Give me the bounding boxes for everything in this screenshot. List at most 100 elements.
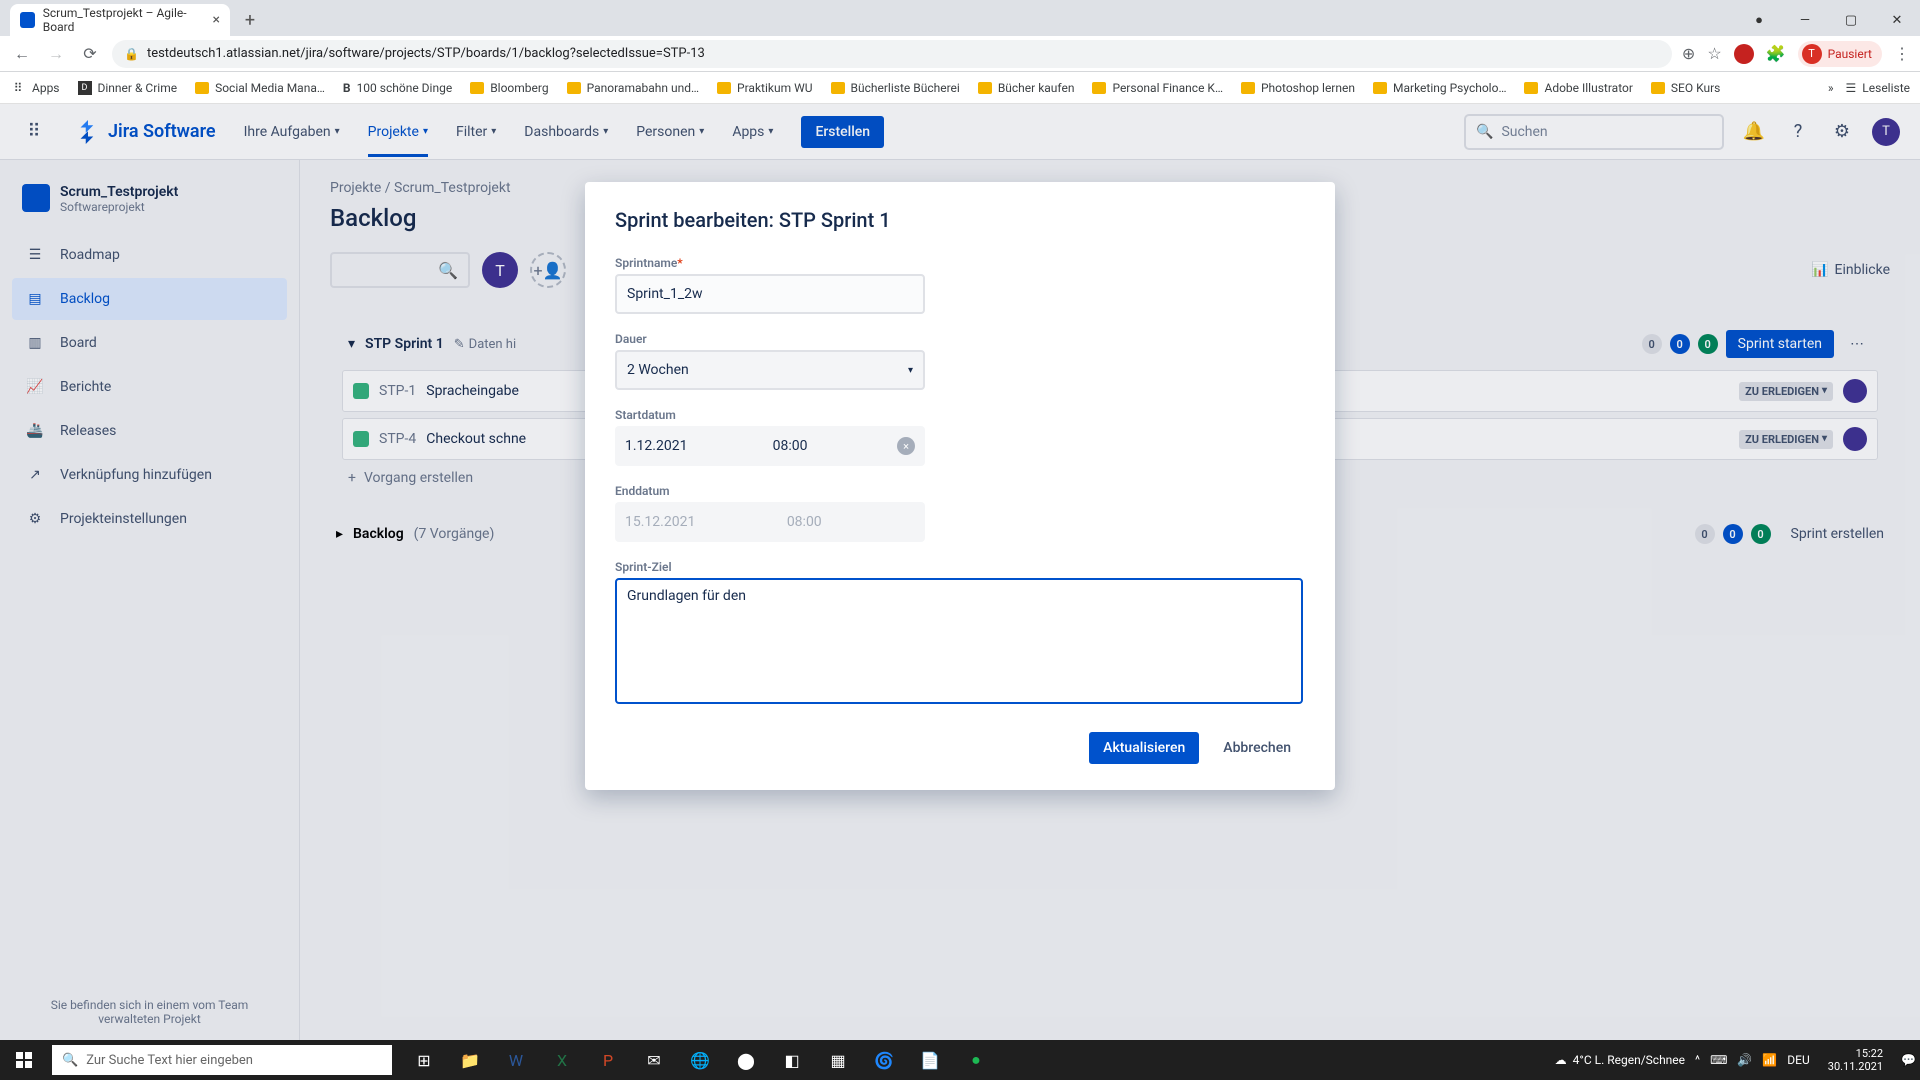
global-search[interactable]: 🔍 Suchen <box>1464 114 1724 150</box>
task-view-icon[interactable]: ⊞ <box>402 1040 446 1080</box>
sprint-more-icon[interactable]: ⋯ <box>1842 330 1872 358</box>
sidebar-item-board[interactable]: ▥Board <box>12 322 287 364</box>
excel-icon[interactable]: X <box>540 1040 584 1080</box>
duration-select[interactable]: 2 Wochen ▾ <box>615 350 925 390</box>
bookmark-item[interactable]: SEO Kurs <box>1651 81 1720 95</box>
insights-button[interactable]: 📊Einblicke <box>1811 262 1890 278</box>
maximize-window-icon[interactable]: ▢ <box>1828 4 1874 36</box>
assignee-filter-avatar[interactable]: T <box>482 252 518 288</box>
clock[interactable]: 15:22 30.11.2021 <box>1820 1047 1891 1073</box>
bookmark-item[interactable]: Social Media Mana… <box>195 81 325 95</box>
app-icon[interactable]: ◧ <box>770 1040 814 1080</box>
collapse-icon[interactable]: ▾ <box>348 336 355 352</box>
minimize-window-icon[interactable]: — <box>1782 4 1828 36</box>
tray-chevron-icon[interactable]: ^ <box>1695 1053 1700 1067</box>
update-button[interactable]: Aktualisieren <box>1089 732 1199 764</box>
chrome-icon[interactable]: 🌐 <box>678 1040 722 1080</box>
menu-icon[interactable]: ⋮ <box>1894 44 1910 63</box>
forward-button[interactable]: → <box>44 42 68 66</box>
volume-icon[interactable]: 🔊 <box>1737 1053 1752 1067</box>
word-icon[interactable]: W <box>494 1040 538 1080</box>
obs-icon[interactable]: ⬤ <box>724 1040 768 1080</box>
help-icon[interactable]: ? <box>1784 118 1812 146</box>
assignee-avatar[interactable] <box>1843 379 1867 403</box>
create-button[interactable]: Erstellen <box>801 116 884 148</box>
back-button[interactable]: ← <box>10 42 34 66</box>
create-sprint-button[interactable]: Sprint erstellen <box>1791 526 1884 542</box>
start-button[interactable] <box>0 1040 48 1080</box>
sidebar-item-backlog[interactable]: ▤Backlog <box>12 278 287 320</box>
notepad-icon[interactable]: 📄 <box>908 1040 952 1080</box>
bookmark-item[interactable]: Personal Finance K… <box>1092 81 1223 95</box>
sidebar-item-releases[interactable]: 🚢Releases <box>12 410 287 452</box>
reading-list-button[interactable]: ☰Leseliste <box>1846 81 1910 95</box>
notifications-icon[interactable]: 🔔 <box>1740 118 1768 146</box>
bookmark-star-icon[interactable]: ☆ <box>1707 44 1721 63</box>
language-indicator[interactable]: DEU <box>1787 1053 1809 1067</box>
sidebar-item-roadmap[interactable]: ☰Roadmap <box>12 234 287 276</box>
zoom-icon[interactable]: ⊕ <box>1682 44 1695 63</box>
notification-center-icon[interactable]: 💬 <box>1901 1053 1916 1067</box>
startdate-input[interactable]: 1.12.2021 08:00 × <box>615 426 925 466</box>
nav-projects[interactable]: Projekte▾ <box>368 124 428 140</box>
powerpoint-icon[interactable]: P <box>586 1040 630 1080</box>
nav-people[interactable]: Personen▾ <box>636 124 704 140</box>
backlog-search[interactable]: 🔍 <box>330 252 470 288</box>
project-header[interactable]: Scrum_Testprojekt Softwareprojekt <box>12 180 287 234</box>
account-dot-icon[interactable]: ● <box>1736 4 1782 36</box>
app-switcher-icon[interactable]: ⠿ <box>20 118 48 146</box>
bookmark-item[interactable]: Bücherliste Bücherei <box>831 81 960 95</box>
overflow-bookmarks-icon[interactable]: » <box>1828 81 1834 95</box>
bookmark-item[interactable]: DDinner & Crime <box>78 81 178 95</box>
nav-filters[interactable]: Filter▾ <box>456 124 496 140</box>
browser-tab[interactable]: Scrum_Testprojekt – Agile-Board × <box>10 4 230 36</box>
sprintname-input[interactable] <box>615 274 925 314</box>
status-badge[interactable]: ZU ERLEDIGEN▾ <box>1739 430 1833 449</box>
bookmark-item[interactable]: Bücher kaufen <box>978 81 1075 95</box>
user-avatar[interactable]: T <box>1872 118 1900 146</box>
bookmark-item[interactable]: Bloomberg <box>470 81 548 95</box>
bookmark-item[interactable]: Adobe Illustrator <box>1524 81 1632 95</box>
nav-your-work[interactable]: Ihre Aufgaben▾ <box>244 124 340 140</box>
mail-icon[interactable]: ✉ <box>632 1040 676 1080</box>
bookmark-item[interactable]: Photoshop lernen <box>1241 81 1355 95</box>
explorer-icon[interactable]: 📁 <box>448 1040 492 1080</box>
jira-logo[interactable]: Jira Software <box>76 120 216 144</box>
cancel-button[interactable]: Abbrechen <box>1209 732 1305 764</box>
status-badge[interactable]: ZU ERLEDIGEN▾ <box>1739 382 1833 401</box>
wifi-icon[interactable]: 📶 <box>1762 1053 1777 1067</box>
close-window-icon[interactable]: ✕ <box>1874 4 1920 36</box>
address-bar[interactable]: 🔒 testdeutsch1.atlassian.net/jira/softwa… <box>112 40 1672 68</box>
settings-icon[interactable]: ⚙ <box>1828 118 1856 146</box>
new-tab-button[interactable]: + <box>236 6 264 34</box>
close-tab-icon[interactable]: × <box>213 12 220 28</box>
extensions-icon[interactable]: 🧩 <box>1766 44 1786 63</box>
add-people-button[interactable]: +👤 <box>530 252 566 288</box>
bookmark-item[interactable]: Marketing Psycholo… <box>1373 81 1506 95</box>
edge-icon[interactable]: 🌀 <box>862 1040 906 1080</box>
bookmark-item[interactable]: Praktikum WU <box>717 81 812 95</box>
weather-widget[interactable]: ☁ 4°C L. Regen/Schnee <box>1555 1053 1685 1067</box>
bookmark-item[interactable]: Panoramabahn und… <box>567 81 699 95</box>
sidebar-item-settings[interactable]: ⚙Projekteinstellungen <box>12 498 287 540</box>
spotify-icon[interactable]: ● <box>954 1040 998 1080</box>
reload-button[interactable]: ⟳ <box>78 42 102 66</box>
adblock-icon[interactable] <box>1734 44 1754 64</box>
folder-icon <box>1092 82 1106 94</box>
collapse-icon[interactable]: ▸ <box>336 526 343 542</box>
clear-date-icon[interactable]: × <box>897 437 915 455</box>
assignee-avatar[interactable] <box>1843 427 1867 451</box>
taskbar-search[interactable]: 🔍 Zur Suche Text hier eingeben <box>52 1045 392 1075</box>
apps-button[interactable]: ⠿Apps <box>10 80 60 96</box>
nav-dashboards[interactable]: Dashboards▾ <box>524 124 608 140</box>
start-sprint-button[interactable]: Sprint starten <box>1726 330 1834 358</box>
keyboard-icon[interactable]: ⌨ <box>1710 1053 1727 1067</box>
nav-apps[interactable]: Apps▾ <box>732 124 773 140</box>
sidebar-item-reports[interactable]: 📈Berichte <box>12 366 287 408</box>
profile-button[interactable]: T Pausiert <box>1798 41 1882 67</box>
edit-sprint-dates[interactable]: ✎Daten hi <box>454 337 516 352</box>
app-icon[interactable]: ▦ <box>816 1040 860 1080</box>
bookmark-item[interactable]: B100 schöne Dinge <box>343 81 452 95</box>
sprint-goal-textarea[interactable] <box>615 578 1303 704</box>
sidebar-item-add-link[interactable]: ↗Verknüpfung hinzufügen <box>12 454 287 496</box>
